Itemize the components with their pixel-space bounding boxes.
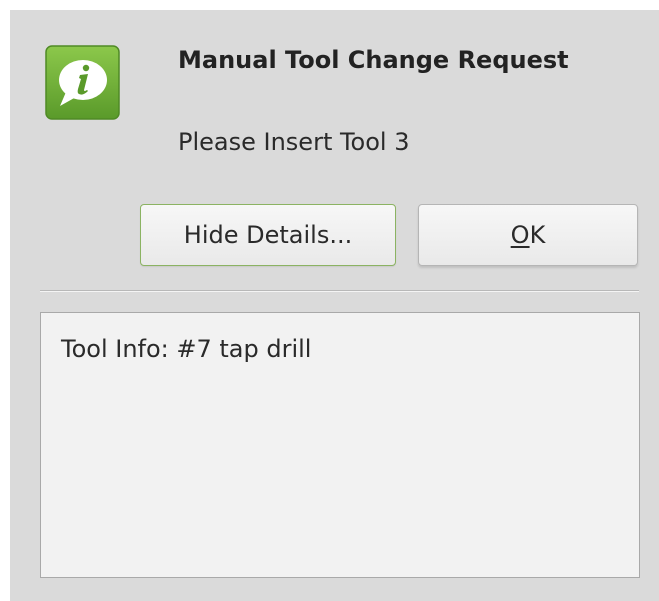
details-text-area[interactable]: Tool Info: #7 tap drill — [40, 312, 640, 578]
ok-button[interactable]: OK — [418, 204, 638, 266]
dialog-title: Manual Tool Change Request — [178, 46, 569, 74]
info-icon — [44, 44, 121, 121]
message-dialog: Manual Tool Change Request Please Insert… — [10, 10, 659, 601]
dialog-message: Please Insert Tool 3 — [178, 128, 410, 156]
ok-button-mnemonic: O — [510, 221, 530, 249]
hide-details-button[interactable]: Hide Details... — [140, 204, 396, 266]
separator — [40, 290, 639, 292]
ok-button-label-rest: K — [529, 221, 546, 249]
details-text: Tool Info: #7 tap drill — [61, 335, 312, 363]
